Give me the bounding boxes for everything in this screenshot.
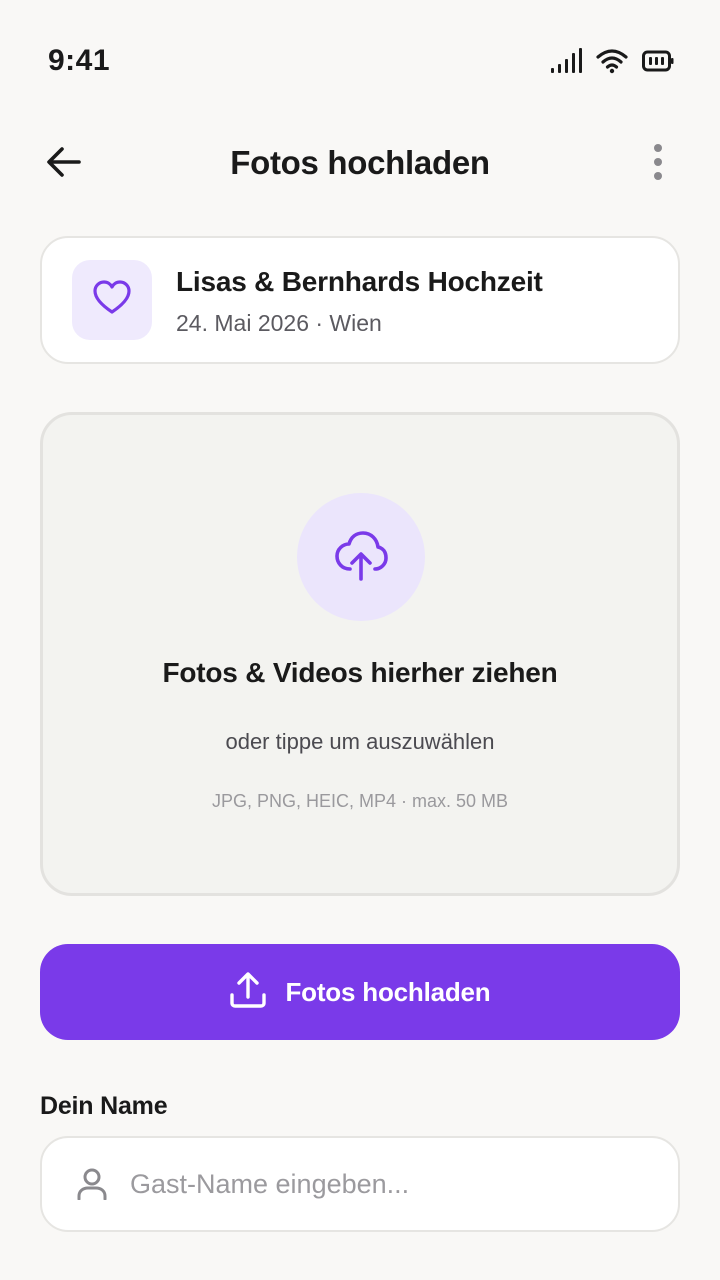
- dropzone-title: Fotos & Videos hierher ziehen: [162, 657, 558, 688]
- upload-button-label: Fotos hochladen: [285, 976, 491, 1007]
- more-options-button[interactable]: [640, 138, 676, 190]
- event-date-location: 24. Mai 2026 · Wien: [176, 310, 382, 336]
- status-icons: [550, 48, 674, 74]
- signal-icon: [550, 48, 582, 74]
- upload-dropzone[interactable]: Fotos & Videos hierher ziehen oder tippe…: [40, 412, 680, 896]
- person-icon: [76, 1168, 108, 1200]
- dropzone-formats: JPG, PNG, HEIC, MP4 · max. 50 MB: [211, 791, 509, 811]
- upload-icon-circle: [297, 493, 425, 621]
- page-title: Fotos hochladen: [230, 144, 490, 181]
- more-vertical-icon: [652, 142, 664, 187]
- upload-button[interactable]: Fotos hochladen: [40, 944, 680, 1040]
- name-label: Dein Name: [40, 1092, 168, 1120]
- upload-icon: [229, 971, 267, 1014]
- event-title: Lisas & Bernhards Hochzeit: [176, 266, 543, 297]
- guest-name-input[interactable]: [130, 1168, 650, 1200]
- name-field[interactable]: [40, 1136, 680, 1232]
- status-bar: 9:41: [0, 0, 720, 126]
- heart-icon: [92, 278, 132, 323]
- event-card: Lisas & Bernhards Hochzeit 24. Mai 2026 …: [40, 236, 680, 364]
- status-time: 9:41: [48, 44, 111, 77]
- wifi-icon: [596, 48, 628, 74]
- battery-icon: [642, 49, 674, 73]
- cloud-upload-icon: [333, 527, 389, 588]
- dropzone-subtitle: oder tippe um auszuwählen: [225, 729, 495, 754]
- app-bar: Fotos hochladen: [0, 126, 720, 202]
- event-icon-container: [72, 260, 152, 340]
